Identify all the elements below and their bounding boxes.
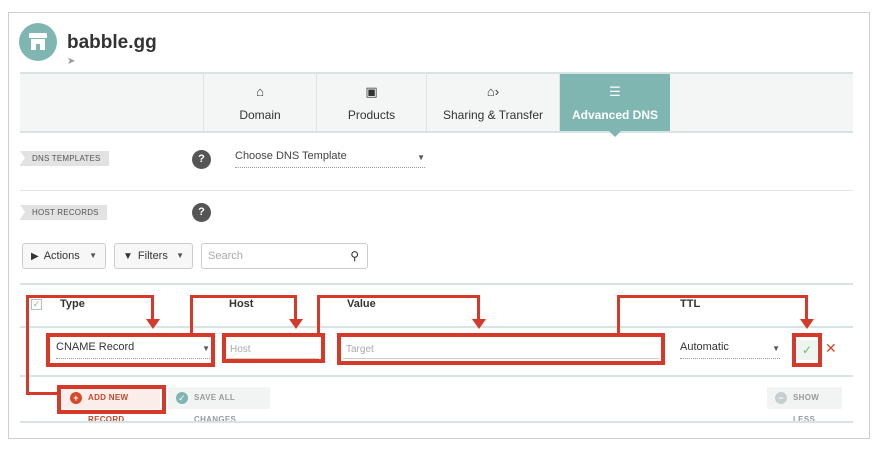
chevron-down-icon: ▼ — [417, 153, 425, 162]
annotation-line — [477, 295, 480, 319]
filters-label: Filters — [137, 250, 168, 262]
search-icon[interactable]: ⚲ — [350, 244, 359, 268]
divider — [20, 190, 853, 191]
search-placeholder: Search — [208, 250, 243, 262]
annotation-arrow — [800, 319, 814, 329]
tab-label: Advanced DNS — [571, 108, 659, 122]
tab-products[interactable]: ▣ Products — [316, 74, 426, 131]
tab-label: Products — [347, 108, 396, 122]
annotation-box-add — [57, 385, 166, 414]
annotation-box-confirm — [792, 333, 822, 367]
annotation-line — [26, 295, 29, 394]
column-header-value: Value — [347, 298, 376, 310]
tab-sharing-transfer[interactable]: ⌂› Sharing & Transfer — [426, 74, 559, 131]
column-header-ttl: TTL — [680, 298, 701, 310]
tab-advanced-dns[interactable]: ☰ Advanced DNS — [559, 74, 670, 137]
show-less-button[interactable]: − SHOW LESS — [767, 387, 842, 424]
filters-button[interactable]: ▼ Filters ▼ — [114, 243, 193, 269]
annotation-box-value — [337, 333, 665, 365]
actions-label: Actions — [43, 250, 80, 262]
annotation-line — [26, 295, 154, 298]
dns-template-value: Choose DNS Template — [235, 150, 347, 162]
annotation-line — [190, 295, 296, 298]
chevron-down-icon: ▼ — [89, 251, 97, 260]
annotation-box-type — [46, 333, 215, 367]
ttl-value: Automatic — [680, 341, 729, 353]
annotation-arrow — [289, 319, 303, 329]
dns-templates-label: DNS TEMPLATES — [20, 151, 109, 166]
annotation-line — [190, 295, 193, 335]
funnel-icon: ▼ — [123, 251, 133, 262]
divider — [20, 421, 853, 423]
site-name: babble.gg — [67, 32, 157, 53]
annotation-line — [317, 295, 480, 298]
actions-button[interactable]: ▶ Actions ▼ — [22, 243, 106, 269]
tab-bar: ⌂ Domain ▣ Products ⌂› Sharing & Transfe… — [20, 72, 853, 137]
divider — [20, 375, 853, 377]
save-changes-label: SAVE ALL CHANGES — [194, 393, 237, 424]
dns-template-select[interactable]: Choose DNS Template ▼ — [235, 150, 425, 168]
house-icon: ⌂ — [256, 84, 264, 99]
divider — [20, 326, 853, 328]
annotation-line — [617, 295, 808, 298]
annotation-line — [294, 295, 297, 319]
annotation-line — [617, 295, 620, 335]
storefront-icon — [19, 23, 57, 61]
server-icon: ☰ — [609, 84, 621, 99]
tab-label: Sharing & Transfer — [442, 108, 544, 122]
host-records-label: HOST RECORDS — [20, 205, 107, 220]
cube-icon: ▣ — [365, 84, 378, 99]
select-all-checkbox[interactable]: ✓ — [31, 299, 42, 310]
annotation-arrow — [146, 319, 160, 329]
check-circle-icon: ✓ — [176, 392, 188, 404]
search-input[interactable]: Search ⚲ — [201, 243, 368, 269]
annotation-line — [317, 295, 320, 335]
cancel-record-icon[interactable]: ✕ — [825, 340, 837, 357]
dns-templates-help-icon[interactable]: ? — [192, 150, 211, 169]
column-header-type: Type — [60, 298, 85, 310]
save-all-changes-button[interactable]: ✓ SAVE ALL CHANGES — [168, 387, 270, 424]
annotation-arrow — [472, 319, 486, 329]
column-header-host: Host — [229, 298, 254, 310]
host-records-help-icon[interactable]: ? — [192, 203, 211, 222]
chevron-down-icon: ▼ — [772, 344, 780, 353]
annotation-line — [805, 295, 808, 319]
share-house-icon: ⌂› — [486, 84, 500, 99]
divider — [20, 283, 853, 285]
annotation-line — [151, 295, 154, 319]
ttl-select[interactable]: Automatic ▼ — [680, 341, 780, 359]
annotation-box-host — [222, 333, 325, 363]
chevron-down-icon: ▼ — [176, 251, 184, 260]
annotation-line — [26, 392, 59, 395]
tag-icon[interactable]: ➤ — [67, 56, 75, 67]
minus-circle-icon: − — [775, 392, 787, 404]
tab-domain[interactable]: ⌂ Domain — [203, 74, 316, 131]
play-circle-icon: ▶ — [31, 251, 39, 262]
tab-label: Domain — [239, 108, 281, 122]
